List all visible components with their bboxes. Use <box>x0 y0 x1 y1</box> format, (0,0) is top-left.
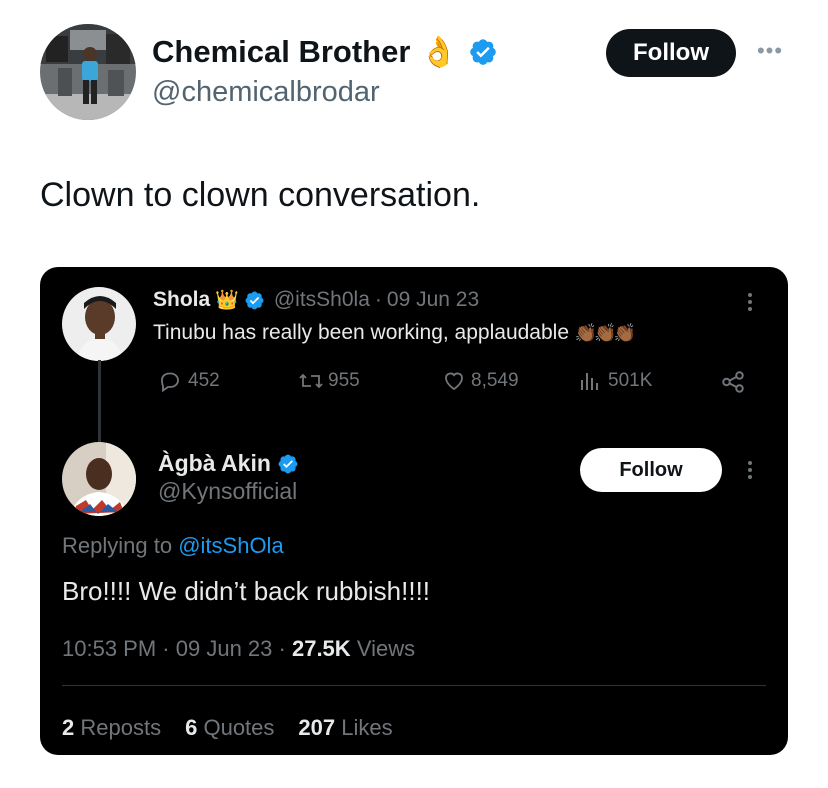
like-count: 8,549 <box>471 370 519 391</box>
reply-action[interactable]: 452 <box>158 369 220 393</box>
reposts-count: 2 <box>62 715 75 740</box>
more-options-icon[interactable] <box>740 455 760 485</box>
separator-dot: · <box>162 636 170 661</box>
clap-emoji: 👏🏾👏🏾👏🏾 <box>574 323 636 343</box>
shola-tweet-text: Tinubu has really been working, applauda… <box>153 321 636 345</box>
follow-agba-akin-button[interactable]: Follow <box>580 448 722 492</box>
reply-icon <box>161 372 179 393</box>
engagement-stats: 2 Reposts 6 Quotes 207 Likes <box>62 715 393 741</box>
crown-emoji: 👑 <box>215 290 239 311</box>
quotes-stat[interactable]: 6 Quotes <box>185 715 274 741</box>
reply-views-label: Views <box>356 636 416 661</box>
shola-avatar[interactable] <box>62 287 136 361</box>
reply-tweet-text: Bro!!!! We didn’t back rubbish!!!! <box>62 576 431 606</box>
shola-handle[interactable]: @itsSh0la <box>274 288 370 312</box>
divider <box>62 685 766 686</box>
reply-date[interactable]: 09 Jun 23 <box>176 636 273 661</box>
follow-button[interactable]: Follow <box>606 29 736 77</box>
like-action[interactable]: 8,549 <box>442 369 519 393</box>
reply-views-count: 27.5K <box>291 636 351 661</box>
reply-count: 452 <box>188 370 220 391</box>
reply-time[interactable]: 10:53 PM <box>62 636 156 661</box>
verified-badge-icon <box>245 291 264 309</box>
author-avatar[interactable] <box>40 24 136 120</box>
reposts-stat[interactable]: 2 Reposts <box>62 715 161 741</box>
ok-hand-emoji: 👌 <box>420 35 458 69</box>
repost-count: 955 <box>328 370 360 391</box>
views-icon <box>581 373 598 390</box>
likes-label: Likes <box>341 715 393 740</box>
reply-meta: 10:53 PM · 09 Jun 23 · 27.5K Views <box>62 636 415 662</box>
shola-name[interactable]: Shola <box>153 288 210 312</box>
verified-badge-icon <box>278 454 298 473</box>
verified-badge-icon <box>469 39 496 65</box>
agba-akin-name[interactable]: Àgbà Akin <box>158 450 271 477</box>
author-handle[interactable]: @chemicalbrodar <box>152 76 380 109</box>
likes-stat[interactable]: 207 Likes <box>298 715 392 741</box>
separator-dot: · <box>374 288 382 311</box>
agba-akin-avatar[interactable] <box>62 442 136 516</box>
replying-to: Replying to @itsShOla <box>62 533 284 559</box>
views-action[interactable]: 501K <box>578 369 652 393</box>
views-count: 501K <box>608 370 653 391</box>
author-name[interactable]: Chemical Brother 👌 <box>152 34 498 70</box>
quotes-count: 6 <box>185 715 198 740</box>
repost-action[interactable]: 955 <box>298 369 360 393</box>
shola-date[interactable]: 09 Jun 23 <box>387 288 479 312</box>
thread-line <box>98 360 101 442</box>
more-options-icon[interactable] <box>740 287 760 317</box>
replying-to-handle[interactable]: @itsShOla <box>178 533 283 558</box>
heart-icon <box>445 372 463 391</box>
agba-akin-handle[interactable]: @Kynsofficial <box>158 478 297 505</box>
author-name-text: Chemical Brother <box>152 34 411 69</box>
replying-to-label: Replying to <box>62 533 173 558</box>
embedded-screenshot[interactable]: Shola 👑 @itsSh0la · 09 Jun 23 Tinubu has… <box>40 267 788 755</box>
shola-tweet-body: Tinubu has really been working, applauda… <box>153 321 570 344</box>
tweet-text: Clown to clown conversation. <box>40 176 481 214</box>
more-options-icon[interactable]: ••• <box>755 38 785 63</box>
share-icon[interactable] <box>720 369 746 395</box>
repost-icon <box>299 373 323 389</box>
reposts-label: Reposts <box>80 715 162 740</box>
separator-dot: · <box>278 636 286 661</box>
quotes-label: Quotes <box>203 715 275 740</box>
likes-count: 207 <box>298 715 336 740</box>
